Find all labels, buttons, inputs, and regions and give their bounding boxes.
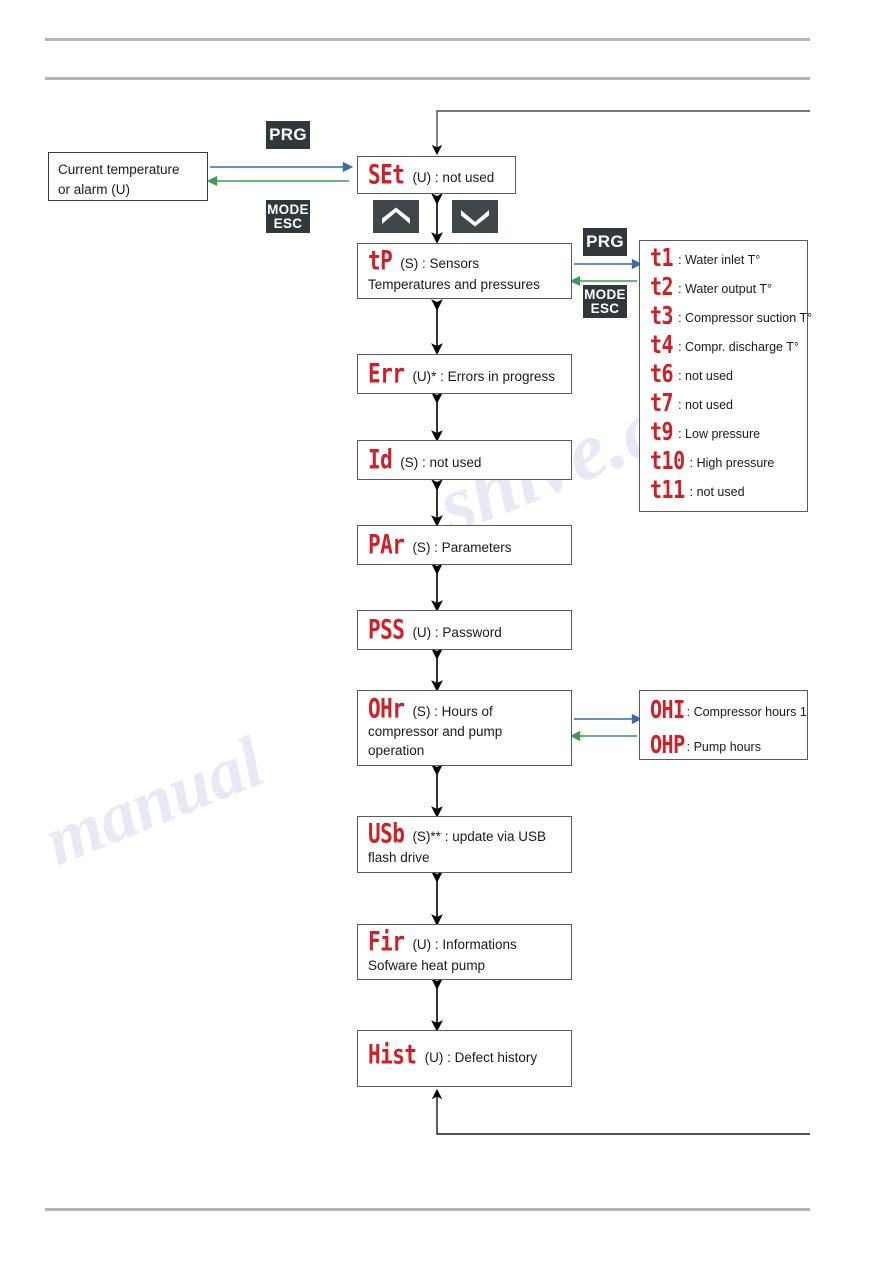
menu-desc-ohr-line3: operation <box>368 743 425 758</box>
menu-code-usb: USb <box>368 818 405 849</box>
menu-box-pss[interactable]: PSS (U) : Password <box>357 610 572 650</box>
sensor-code-t6: t6 <box>650 358 674 388</box>
mode-esc-key-left[interactable]: MODE ESC <box>266 200 310 233</box>
sensor-desc-t9: : Low pressure <box>678 427 761 441</box>
sensor-code-t1: t1 <box>650 242 674 272</box>
menu-box-err[interactable]: Err (U)* : Errors in progress <box>357 354 572 394</box>
down-chevron-button[interactable] <box>452 200 498 233</box>
menu-box-set[interactable]: SEt (U) : not used <box>357 156 516 194</box>
menu-code-err: Err <box>368 358 405 389</box>
hours-code-ohp: OHP <box>650 729 685 759</box>
menu-desc-ohr-line2: compressor and pump <box>368 724 503 739</box>
menu-code-set: SEt <box>368 159 405 190</box>
sensor-desc-t10: : High pressure <box>689 456 775 470</box>
footer-rule <box>45 1208 810 1211</box>
current-status-line1: Current temperature <box>58 162 180 177</box>
hours-row[interactable]: OHP : Pump hours <box>640 729 807 769</box>
menu-code-fir: Fir <box>368 926 405 957</box>
sensor-desc-t6: : not used <box>678 369 733 383</box>
sensor-row[interactable]: t11 : not used <box>640 474 807 508</box>
menu-desc-usb-line2: flash drive <box>368 850 430 865</box>
current-status-box: Current temperature or alarm (U) <box>48 152 208 201</box>
menu-box-par[interactable]: PAr (S) : Parameters <box>357 525 572 565</box>
hours-code-ohi: OHI <box>650 694 685 724</box>
sensor-code-t11: t11 <box>650 474 685 504</box>
hours-list-box: OHI : Compressor hours 1 OHP : Pump hour… <box>639 690 808 760</box>
menu-box-usb[interactable]: USb (S)** : update via USB flash drive <box>357 816 572 873</box>
header-rule-bottom <box>45 77 810 80</box>
sensor-desc-t7: : not used <box>678 398 733 412</box>
menu-code-tp: tP <box>368 245 393 276</box>
menu-desc-set: (U) : not used <box>412 170 495 185</box>
menu-code-par: PAr <box>368 529 405 560</box>
hours-desc-ohi: : Compressor hours 1 <box>686 705 807 719</box>
menu-desc-fir-line2: Sofware heat pump <box>368 958 486 973</box>
menu-desc-fir: (U) : Informations <box>412 937 517 952</box>
menu-desc-usb: (S)** : update via USB <box>412 829 547 844</box>
prg-key-left-label: PRG <box>269 125 307 145</box>
mode-key-right-label: MODE <box>584 286 626 302</box>
sensor-code-t2: t2 <box>650 271 674 301</box>
up-chevron-icon <box>379 207 413 227</box>
header-rule-top <box>45 38 810 41</box>
sensor-code-t3: t3 <box>650 300 674 330</box>
sensor-desc-t4: : Compr. discharge T° <box>678 340 799 354</box>
esc-key-right-label: ESC <box>590 300 620 316</box>
prg-key-left[interactable]: PRG <box>266 121 310 149</box>
menu-desc-err: (U)* : Errors in progress <box>412 369 555 384</box>
menu-desc-par: (S) : Parameters <box>412 540 512 555</box>
watermark-text: manual <box>33 721 275 881</box>
sensor-desc-t2: : Water output T° <box>678 282 773 296</box>
menu-box-hist[interactable]: Hist (U) : Defect history <box>357 1030 572 1087</box>
prg-key-right-label: PRG <box>586 232 624 252</box>
menu-box-ohr[interactable]: OHr (S) : Hours of compressor and pump o… <box>357 690 572 766</box>
mode-key-left-label: MODE <box>267 201 309 217</box>
sensor-code-t7: t7 <box>650 387 674 417</box>
menu-desc-tp-line2: Temperatures and pressures <box>368 277 540 292</box>
menu-box-fir[interactable]: Fir (U) : Informations Sofware heat pump <box>357 924 572 980</box>
menu-desc-pss: (U) : Password <box>412 625 502 640</box>
menu-desc-hist: (U) : Defect history <box>424 1050 538 1065</box>
menu-desc-id: (S) : not used <box>400 455 482 470</box>
menu-code-pss: PSS <box>368 614 405 645</box>
menu-desc-ohr: (S) : Hours of <box>412 704 493 719</box>
up-chevron-button[interactable] <box>373 200 419 233</box>
mode-esc-key-right[interactable]: MODE ESC <box>583 285 627 318</box>
hours-desc-ohp: : Pump hours <box>686 740 761 754</box>
sensor-list-box: t1 : Water inlet T° t2 : Water output T°… <box>639 240 812 512</box>
sensor-code-t4: t4 <box>650 329 674 359</box>
menu-code-id: Id <box>368 444 393 475</box>
sensor-desc-t11: : not used <box>689 485 745 499</box>
sensor-desc-t1: : Water inlet T° <box>678 253 761 267</box>
sensor-code-t10: t10 <box>650 445 685 475</box>
menu-code-ohr: OHr <box>368 693 405 724</box>
menu-desc-tp: (S) : Sensors <box>400 256 480 271</box>
menu-code-hist: Hist <box>368 1039 417 1070</box>
sensor-code-t9: t9 <box>650 416 674 446</box>
menu-box-id[interactable]: Id (S) : not used <box>357 440 572 480</box>
menu-box-tp[interactable]: tP (S) : Sensors Temperatures and pressu… <box>357 243 572 299</box>
diagram-page: manual shive.com Current temperature or … <box>0 0 893 1263</box>
down-chevron-icon <box>458 207 492 227</box>
sensor-desc-t3: : Compressor suction T° <box>678 311 813 325</box>
esc-key-left-label: ESC <box>273 215 303 231</box>
prg-key-right[interactable]: PRG <box>583 228 627 256</box>
current-status-line2: or alarm (U) <box>58 181 131 197</box>
